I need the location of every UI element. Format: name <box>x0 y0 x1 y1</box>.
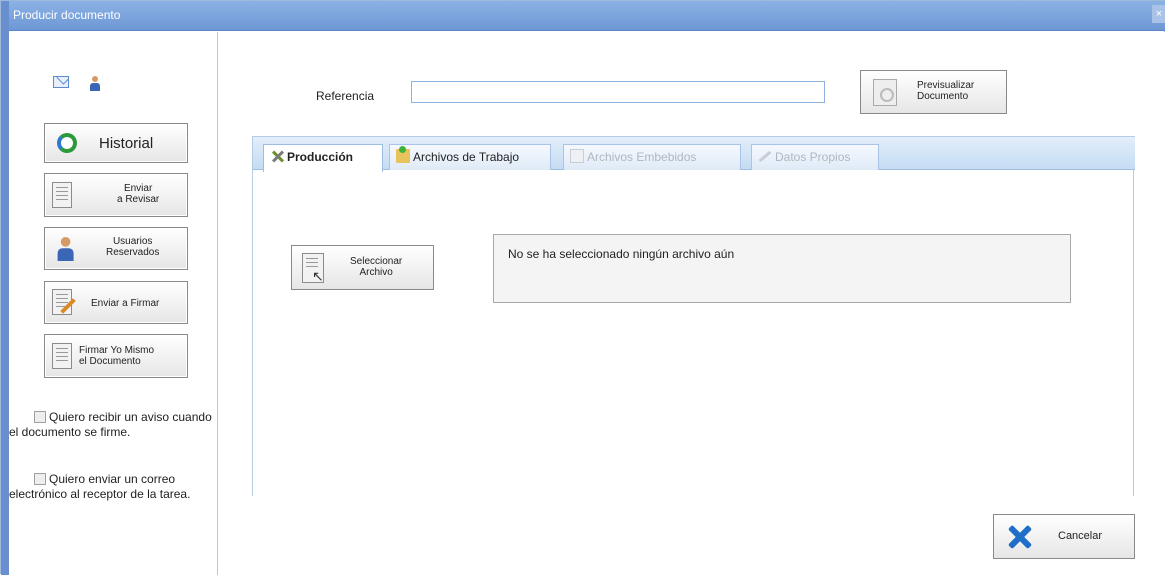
history-icon <box>57 133 77 153</box>
tab-datos-propios[interactable]: Datos Propios <box>751 144 879 170</box>
embedded-icon <box>570 149 584 163</box>
correo-receptor-checkbox[interactable] <box>34 473 46 485</box>
window-left-border <box>1 1 9 575</box>
tab-archivos-trabajo[interactable]: Archivos de Trabajo <box>389 144 551 170</box>
close-icon[interactable]: × <box>1152 5 1165 23</box>
file-status-text: No se ha seleccionado ningún archivo aún <box>508 247 735 261</box>
sidebar: Historial Enviar a Revisar Usuarios Rese… <box>9 32 218 575</box>
tab-datos-propios-label: Datos Propios <box>775 150 851 164</box>
referencia-input[interactable] <box>411 81 825 103</box>
cancelar-label: Cancelar <box>1058 530 1103 542</box>
referencia-label: Referencia <box>316 89 375 103</box>
close-icon <box>1007 525 1031 549</box>
window-title: Producir documento <box>13 8 121 22</box>
correo-receptor-option: Quiero enviar un correo electrónico al r… <box>9 472 214 502</box>
window-body: Historial Enviar a Revisar Usuarios Rese… <box>9 32 1165 575</box>
tab-archivos-embebidos[interactable]: Archivos Embebidos <box>563 144 741 170</box>
aviso-firma-checkbox[interactable] <box>34 411 46 423</box>
folder-icon <box>396 146 410 163</box>
aviso-firma-option: Quiero recibir un aviso cuando el docume… <box>9 410 214 440</box>
firmar-yo-mismo-button[interactable]: Firmar Yo Mismo el Documento <box>44 334 188 378</box>
pen-icon <box>758 149 772 163</box>
title-bar: Producir documento × <box>9 1 1165 31</box>
firmar-yo-mismo-label: Firmar Yo Mismo el Documento <box>79 345 155 367</box>
tab-panel: Producción Archivos de Trabajo Archivos … <box>252 136 1135 496</box>
self-sign-icon <box>52 343 72 369</box>
tab-archivos-trabajo-label: Archivos de Trabajo <box>413 150 520 164</box>
main-panel: Referencia Previsualizar Documento Produ… <box>219 32 1165 575</box>
previsualizar-label: Previsualizar Documento <box>917 80 975 102</box>
sidebar-small-icons <box>53 76 101 91</box>
historial-button[interactable]: Historial <box>44 123 188 163</box>
cancelar-button[interactable]: Cancelar <box>993 514 1135 559</box>
tab-produccion-label: Producción <box>287 150 354 164</box>
enviar-revisar-button[interactable]: Enviar a Revisar <box>44 173 188 217</box>
user-icon[interactable] <box>89 76 101 91</box>
previsualizar-button[interactable]: Previsualizar Documento <box>860 70 1007 114</box>
tab-archivos-embebidos-label: Archivos Embebidos <box>587 150 697 164</box>
users-icon <box>56 237 75 261</box>
select-file-icon <box>302 253 324 285</box>
review-document-icon <box>52 182 72 208</box>
mail-icon[interactable] <box>53 76 69 88</box>
usuarios-reservados-label: Usuarios Reservados <box>106 236 160 258</box>
file-status-box: No se ha seleccionado ningún archivo aún <box>493 234 1071 303</box>
historial-label: Historial <box>99 135 154 152</box>
enviar-firmar-label: Enviar a Firmar <box>91 298 160 309</box>
tools-icon <box>270 149 284 163</box>
tab-produccion[interactable]: Producción <box>263 144 383 172</box>
preview-document-icon <box>873 79 897 106</box>
usuarios-reservados-button[interactable]: Usuarios Reservados <box>44 227 188 270</box>
produce-document-window: Producir documento × Historial Enviar a … <box>0 0 1165 575</box>
seleccionar-archivo-label: Seleccionar Archivo <box>350 256 403 278</box>
enviar-revisar-label: Enviar a Revisar <box>117 183 160 205</box>
enviar-firmar-button[interactable]: Enviar a Firmar <box>44 281 188 324</box>
seleccionar-archivo-button[interactable]: Seleccionar Archivo <box>291 245 434 290</box>
tab-strip: Producción Archivos de Trabajo Archivos … <box>253 136 1135 172</box>
